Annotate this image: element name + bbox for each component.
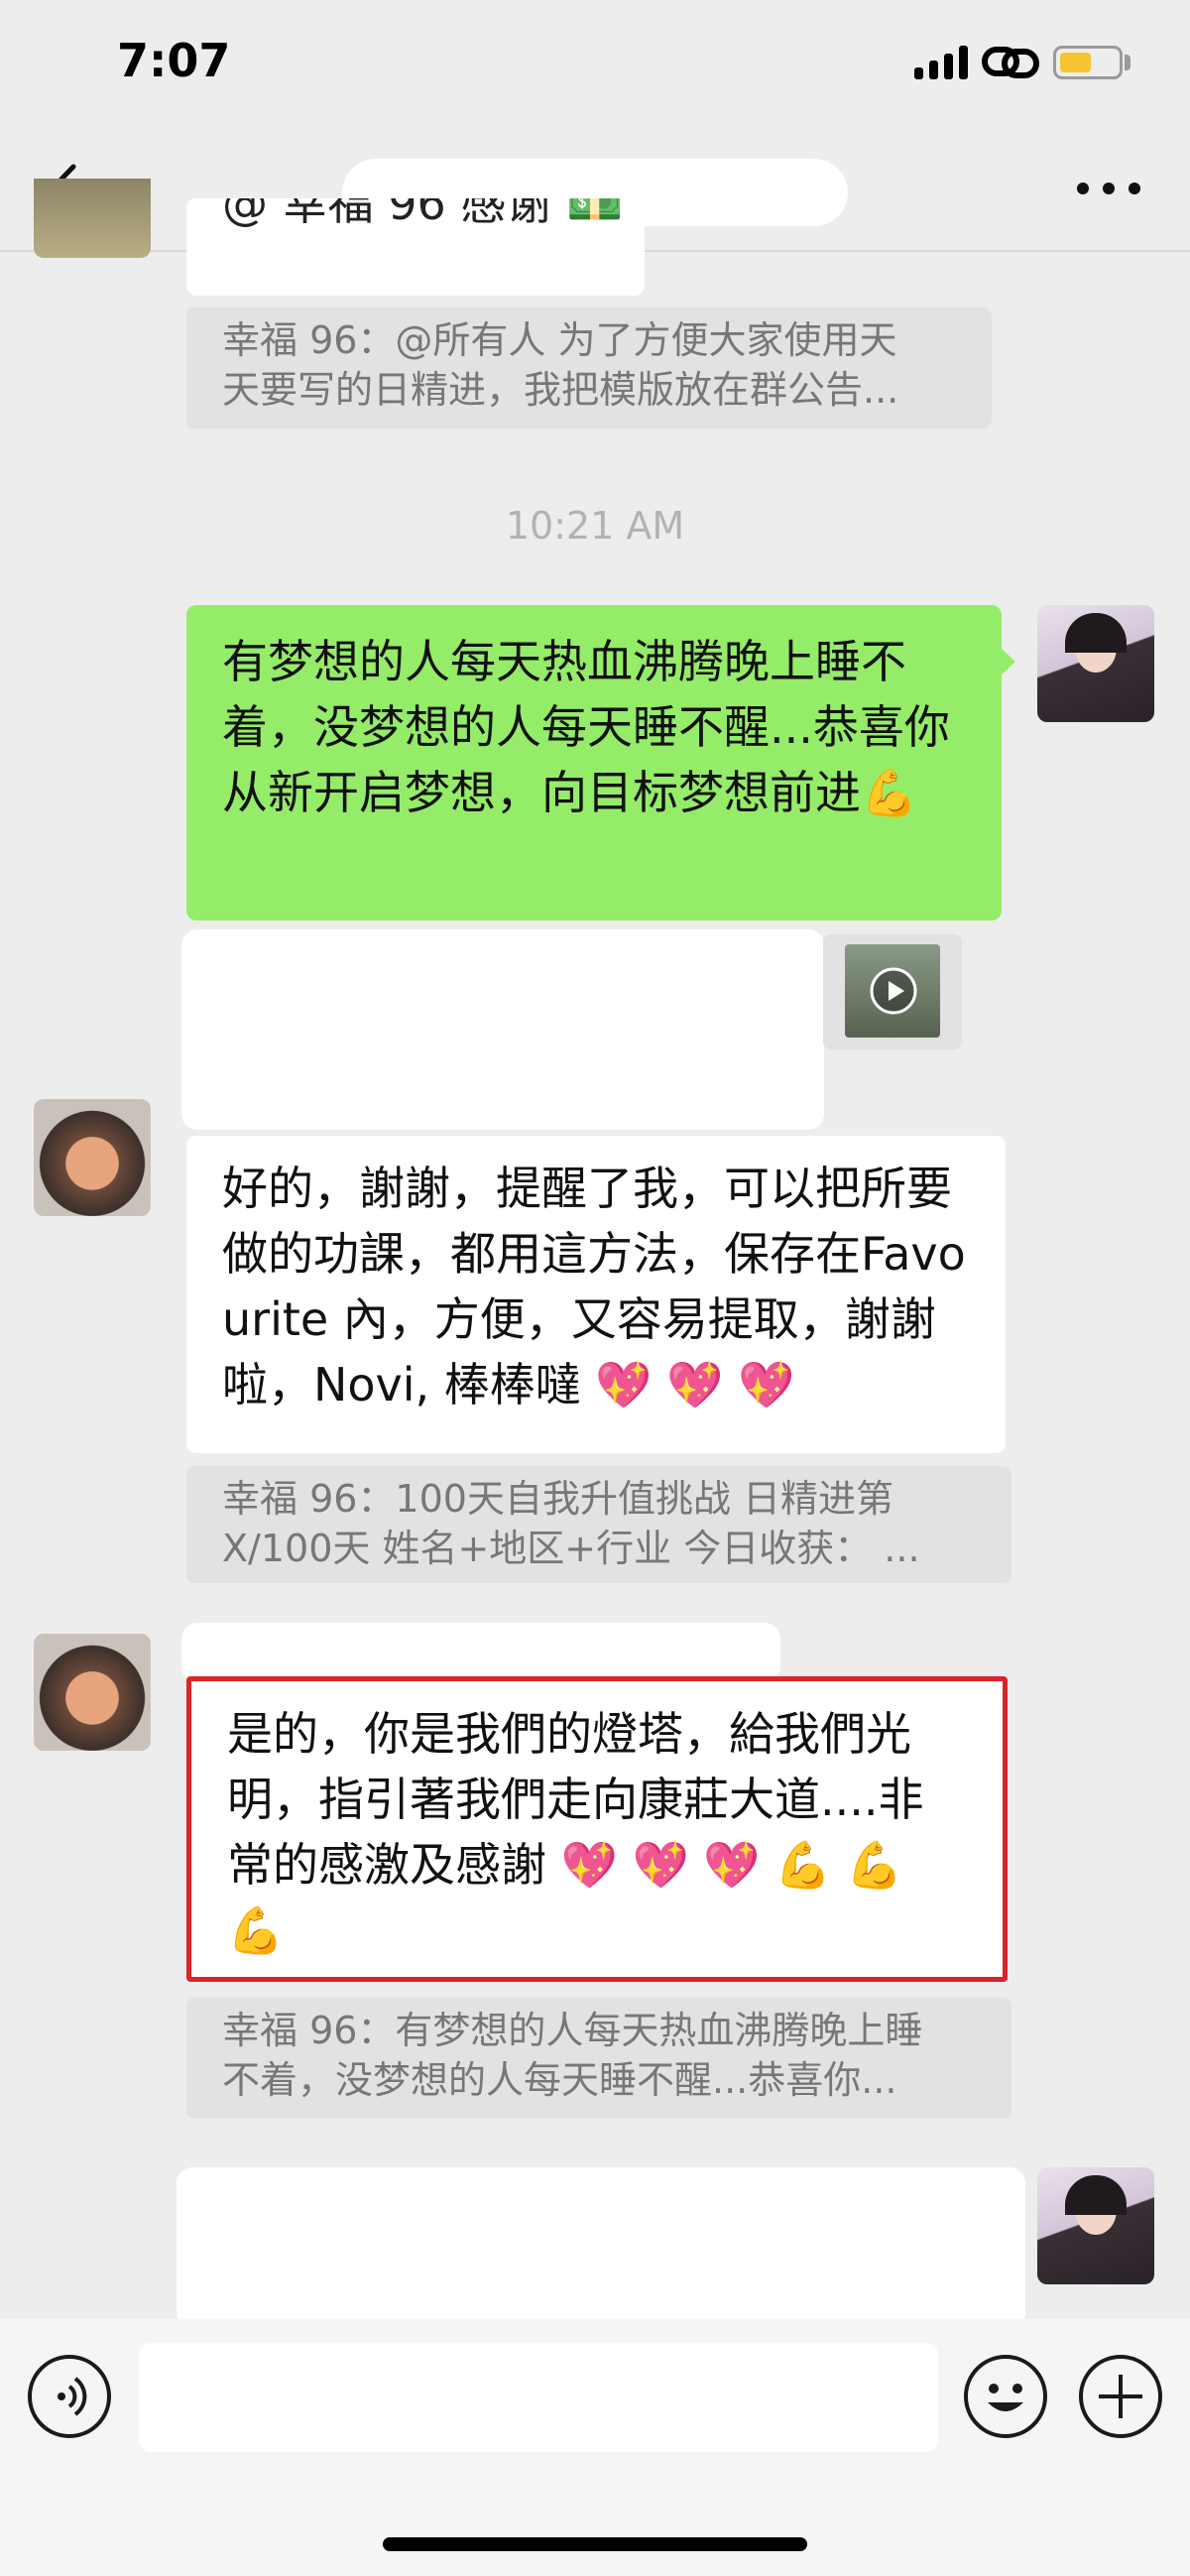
quoted-reply-1[interactable]: 幸福 96：@所有人 为了方便大家使用天 天要写的日精进，我把模版放在群公告..… bbox=[186, 307, 992, 429]
quote-line: 不着，没梦想的人每天睡不醒...恭喜你... bbox=[222, 2058, 897, 2102]
bubble-tail-icon bbox=[1000, 647, 1015, 676]
signal-icon bbox=[914, 46, 970, 79]
avatar-member[interactable] bbox=[34, 1099, 151, 1216]
voice-button[interactable] bbox=[28, 2355, 111, 2438]
plus-icon bbox=[1099, 2375, 1142, 2418]
battery-fill bbox=[1060, 53, 1091, 72]
more-button[interactable] bbox=[1073, 169, 1144, 208]
emoji-button[interactable] bbox=[964, 2355, 1047, 2438]
redacted-message bbox=[177, 2167, 1025, 2328]
my-message-bubble[interactable]: 有梦想的人每天热血沸腾晚上睡不着，没梦想的人每天睡不醒...恭喜你从新开启梦想，… bbox=[186, 605, 1002, 920]
partial-message-text: @ 幸福 96 感谢 💵 bbox=[222, 198, 624, 230]
timestamp: 10:21 AM bbox=[505, 504, 685, 548]
my-message-text: 有梦想的人每天热血沸腾晚上睡不着，没梦想的人每天睡不醒...恭喜你从新开启梦想，… bbox=[222, 635, 950, 819]
quote-line: 天要写的日精进，我把模版放在群公告... bbox=[222, 368, 899, 412]
avatar-me[interactable] bbox=[1037, 2167, 1154, 2284]
video-thumbnail[interactable] bbox=[823, 934, 962, 1049]
avatar-member[interactable] bbox=[34, 1634, 151, 1751]
redacted-name bbox=[181, 1623, 780, 1682]
battery-icon bbox=[1053, 46, 1123, 79]
reply2-text: 是的，你是我們的燈塔，給我們光明，指引著我們走向康莊大道....非常的感激及感謝… bbox=[227, 1707, 924, 1957]
redacted-message bbox=[181, 929, 824, 1130]
message-bubble-reply1[interactable]: 好的，謝謝，提醒了我，可以把所要做的功課，都用這方法，保存在Favourite … bbox=[186, 1136, 1006, 1453]
voice-icon bbox=[58, 2377, 87, 2416]
quote-line: 幸福 96：有梦想的人每天热血沸腾晚上睡 bbox=[222, 2009, 923, 2052]
play-icon[interactable] bbox=[869, 966, 918, 1016]
quote-line: 幸福 96：100天自我升值挑战 日精进第 bbox=[222, 1477, 894, 1521]
quote-line: 幸福 96：@所有人 为了方便大家使用天 bbox=[222, 318, 897, 362]
status-time: 7:07 bbox=[117, 34, 231, 87]
plus-button[interactable] bbox=[1079, 2355, 1162, 2438]
message-input[interactable] bbox=[139, 2343, 938, 2452]
message-bubble-partial[interactable]: @ 幸福 96 感谢 💵 bbox=[186, 198, 645, 296]
emoji-icon bbox=[988, 2384, 1023, 2411]
avatar-member-partial[interactable] bbox=[34, 179, 151, 258]
quoted-reply-3[interactable]: 幸福 96：有梦想的人每天热血沸腾晚上睡 不着，没梦想的人每天睡不醒...恭喜你… bbox=[186, 1998, 1012, 2119]
quoted-reply-2[interactable]: 幸福 96：100天自我升值挑战 日精进第 X/100天 姓名+地区+行业 今日… bbox=[186, 1466, 1012, 1583]
battery-tip bbox=[1125, 55, 1130, 70]
message-bubble-reply2-highlighted[interactable]: 是的，你是我們的燈塔，給我們光明，指引著我們走向康莊大道....非常的感激及感謝… bbox=[186, 1676, 1008, 1982]
avatar-me[interactable] bbox=[1037, 605, 1154, 722]
home-indicator bbox=[383, 2537, 807, 2551]
quote-line: X/100天 姓名+地区+行业 今日收获： ... bbox=[222, 1527, 920, 1570]
reply1-text: 好的，謝謝，提醒了我，可以把所要做的功課，都用這方法，保存在Favourite … bbox=[222, 1162, 966, 1411]
link-icon bbox=[982, 47, 1039, 78]
